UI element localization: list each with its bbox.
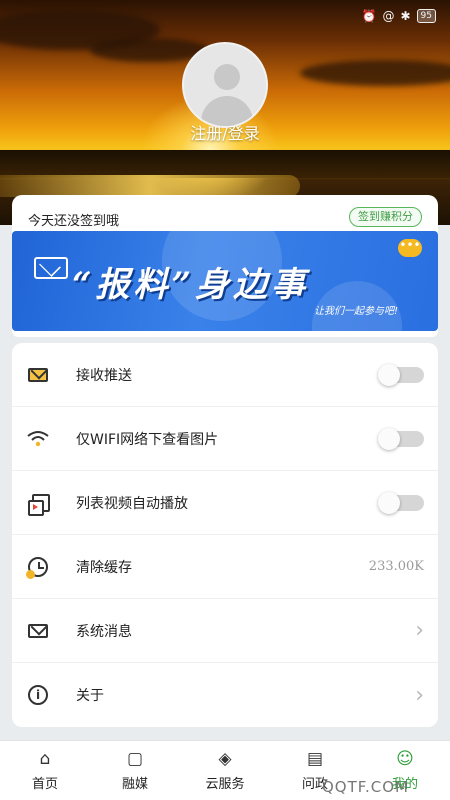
settings-row-system-messages[interactable]: 系统消息 ›: [12, 599, 438, 663]
settings-row-label: 系统消息: [76, 623, 132, 640]
status-icons: ⏰ @ ✱ 95: [362, 9, 436, 23]
settings-row-label: 仅WIFI网络下查看图片: [76, 431, 219, 448]
sign-in-status: 今天还没签到哦: [28, 214, 120, 229]
sign-in-card: 今天还没签到哦 签到赚积分 ••• “报料”身边事 让我们一起参与吧!: [12, 195, 438, 337]
push-toggle[interactable]: [378, 363, 424, 386]
river-reflection: [0, 175, 300, 197]
alarm-icon: ⏰: [361, 9, 377, 23]
wifi-icon: [26, 427, 50, 451]
tab-home[interactable]: ⌂ 首页: [0, 741, 90, 800]
home-icon: ⌂: [39, 749, 51, 769]
settings-row-wifi-images[interactable]: 仅WIFI网络下查看图片: [12, 407, 438, 471]
login-register-link[interactable]: 注册/登录: [0, 120, 450, 144]
toggle-knob: [378, 427, 400, 450]
cache-size: 233.00K: [368, 559, 424, 574]
layers-icon: ◈: [218, 749, 232, 769]
autoplay-toggle[interactable]: [378, 491, 424, 514]
settings-row-label: 清除缓存: [76, 559, 132, 576]
toggle-knob: [378, 363, 400, 386]
wifi-images-toggle[interactable]: [378, 427, 424, 450]
envelope-icon: [34, 257, 68, 279]
banner-subtitle: 让我们一起参与吧!: [313, 306, 398, 317]
tab-label: 融媒: [121, 777, 148, 792]
info-icon: i: [26, 683, 50, 707]
person-icon: ☺: [396, 749, 414, 769]
video-icon: [26, 491, 50, 516]
tab-media[interactable]: ▢ 融媒: [90, 741, 180, 800]
avatar-head-shape: [214, 64, 240, 90]
bluetooth-icon: ✱: [400, 9, 411, 23]
settings-row-push[interactable]: 接收推送: [12, 343, 438, 407]
status-bar: ⏰ @ ✱ 95: [0, 0, 450, 34]
settings-row-autoplay[interactable]: 列表视频自动播放: [12, 471, 438, 535]
message-icon: [26, 619, 50, 643]
tab-label: 首页: [31, 777, 58, 792]
tv-icon: ▢: [126, 749, 144, 769]
chat-bubble-icon: •••: [398, 239, 422, 257]
at-icon: @: [382, 9, 395, 23]
settings-row-label: 关于: [76, 688, 104, 704]
settings-row-label: 接收推送: [76, 367, 132, 384]
settings-row-about[interactable]: i 关于 ›: [12, 663, 438, 727]
toggle-knob: [378, 491, 400, 514]
horizon-land: [0, 150, 450, 178]
mail-icon: [26, 363, 50, 387]
document-icon: ▤: [306, 749, 324, 769]
settings-row-label: 列表视频自动播放: [76, 495, 188, 512]
tab-cloud-services[interactable]: ◈ 云服务: [180, 741, 270, 800]
chevron-right-icon: ›: [415, 618, 424, 643]
tab-label: 云服务: [205, 777, 245, 792]
site-watermark: QQTF.COM: [322, 778, 409, 796]
banner-title: “报料”身边事: [72, 265, 310, 305]
sign-in-button[interactable]: 签到赚积分: [349, 207, 422, 227]
cloud-shape: [300, 60, 450, 86]
avatar[interactable]: [182, 42, 268, 128]
clock-icon: [26, 555, 50, 579]
settings-row-clear-cache[interactable]: 清除缓存 233.00K: [12, 535, 438, 599]
chevron-right-icon: ›: [415, 682, 424, 708]
report-banner[interactable]: ••• “报料”身边事 让我们一起参与吧!: [12, 231, 438, 331]
settings-list: 接收推送 仅WIFI网络下查看图片 列表视频自动播放 清除缓存 233.00K …: [12, 343, 438, 727]
battery-indicator: 95: [416, 9, 436, 23]
